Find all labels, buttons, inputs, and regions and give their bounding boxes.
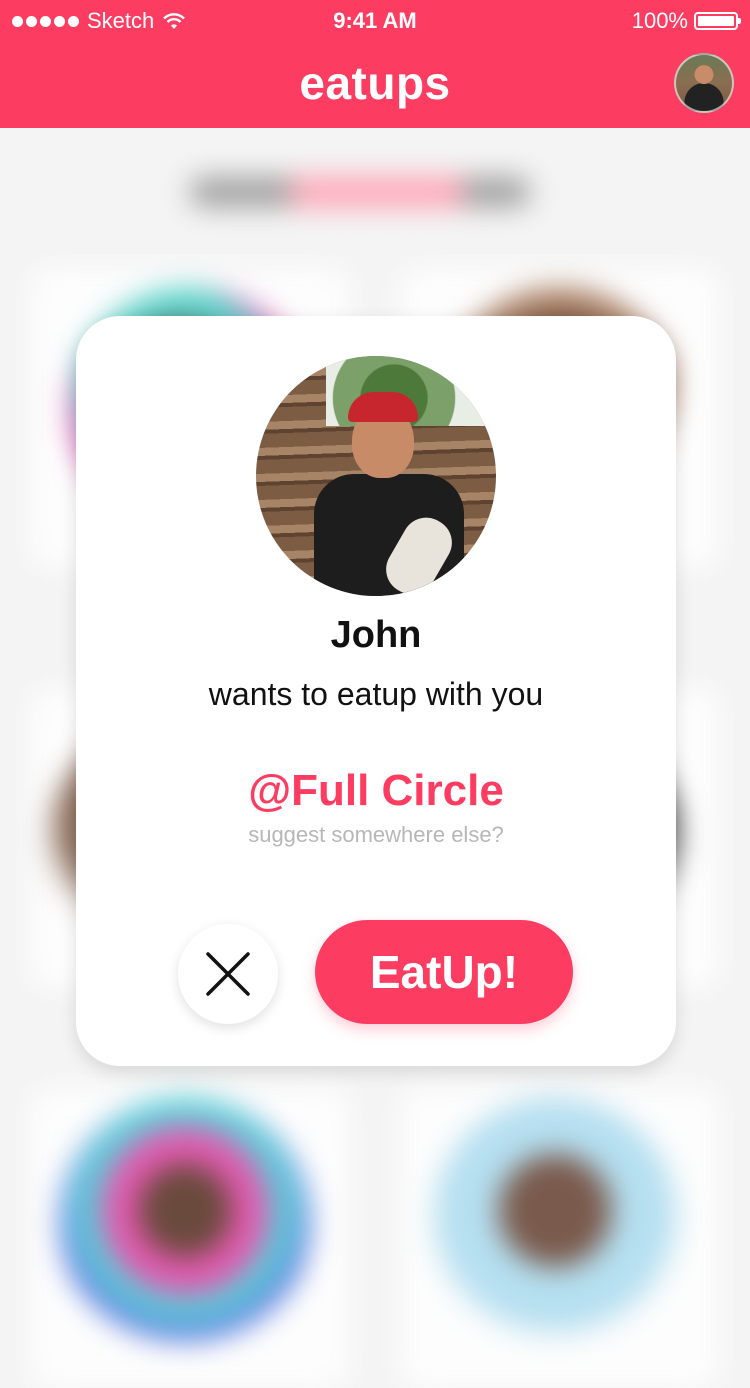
eatup-button-label: EatUp! [369,946,519,998]
eatup-accept-button[interactable]: EatUp! [315,920,573,1024]
restaurant-name[interactable]: @Full Circle [76,766,676,816]
background-tab-bar [190,178,530,206]
suggest-somewhere-else-link[interactable]: suggest somewhere else? [76,822,676,848]
inviter-photo [256,356,496,596]
background-card [400,1088,720,1388]
eatup-invite-card: John wants to eatup with you @Full Circl… [76,316,676,1066]
battery-icon [694,12,741,30]
decline-button[interactable] [178,924,278,1024]
battery-percent: 100% [631,8,688,33]
battery-group: 100% [631,8,741,34]
close-icon [206,952,250,996]
invite-message: wants to eatup with you [208,676,544,712]
status-bar: Sketch 9:41 AM 100% [0,0,750,40]
inviter-name: John [330,614,422,656]
nav-bar: eatups [0,40,750,128]
app-title: eatups [299,57,451,109]
profile-avatar-icon[interactable] [674,53,734,113]
background-card [30,1088,350,1388]
